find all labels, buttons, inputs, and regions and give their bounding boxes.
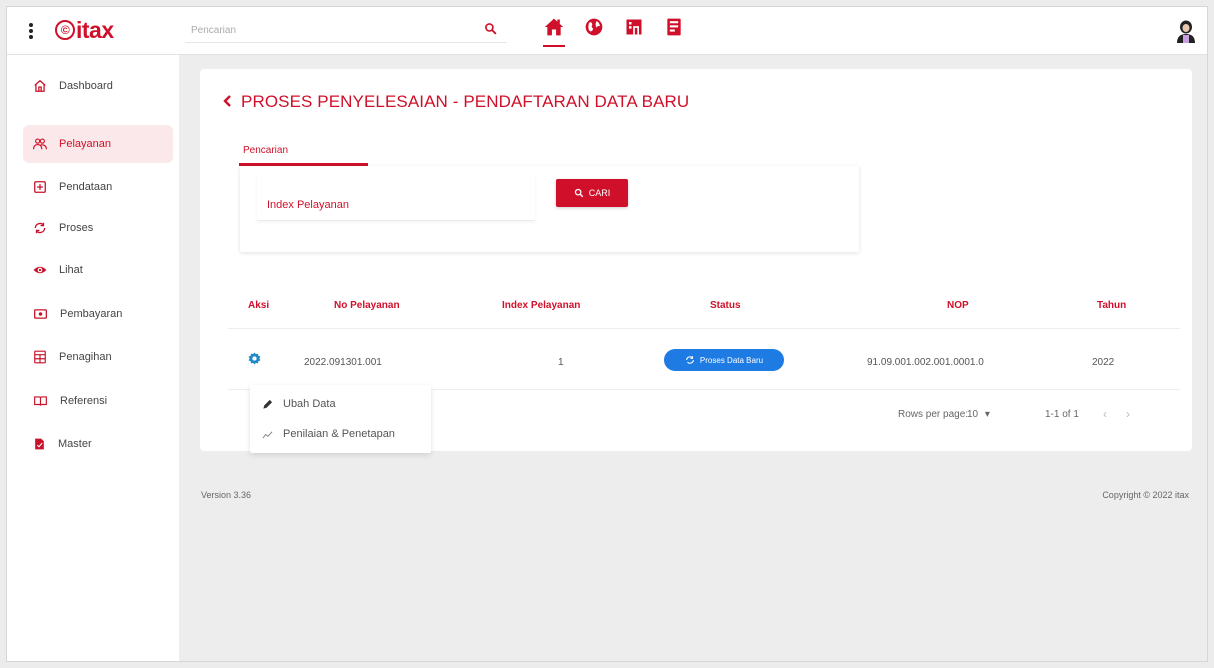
column-header-status[interactable]: Status (710, 300, 741, 311)
cash-icon (34, 309, 47, 319)
pencil-icon (263, 399, 273, 409)
next-page-icon[interactable]: › (1126, 407, 1130, 421)
global-search (185, 19, 507, 43)
search-icon (574, 188, 583, 198)
cell-no-pelayanan: 2022.091301.001 (304, 357, 382, 368)
pagination-range: 1-1 of 1 (1045, 409, 1079, 420)
cari-button[interactable]: CARI (556, 179, 628, 207)
menu-item-label: Penilaian & Penetapan (283, 428, 395, 440)
prev-page-icon[interactable]: ‹ (1103, 407, 1107, 421)
sidebar-item-pembayaran[interactable]: Pembayaran (23, 295, 173, 333)
sidebar-item-lihat[interactable]: Lihat (23, 251, 173, 289)
rows-per-page-select[interactable]: 10 ▾ (967, 409, 990, 420)
menu-item-penilaian-penetapan[interactable]: Penilaian & Penetapan (262, 424, 395, 444)
sidebar-item-label: Proses (59, 222, 94, 234)
users-icon (33, 138, 47, 150)
column-header-no-pelayanan[interactable]: No Pelayanan (334, 300, 400, 311)
sidebar-item-pendataan[interactable]: Pendataan (23, 168, 173, 206)
sidebar-item-referensi[interactable]: Referensi (23, 382, 173, 420)
search-icon[interactable] (484, 22, 497, 38)
row-action-menu: Ubah Data Penilaian & Penetapan (250, 385, 431, 453)
column-header-tahun[interactable]: Tahun (1097, 300, 1126, 311)
rows-per-page-value: 10 (967, 409, 979, 420)
status-badge-label: Proses Data Baru (699, 355, 764, 365)
back-chevron-icon[interactable] (222, 92, 232, 112)
search-panel: CARI (240, 166, 859, 252)
cell-nop: 91.09.001.002.001.0001.0 (867, 357, 984, 368)
sidebar-item-label: Penagihan (59, 351, 112, 363)
app-frame: © itax Pencarian Dashboard Pelayanan Pen… (6, 6, 1208, 662)
sidebar-item-penagihan[interactable]: Penagihan (23, 338, 173, 376)
home-icon[interactable] (543, 17, 565, 47)
sidebar-item-label: Pembayaran (60, 308, 123, 320)
eye-icon (33, 266, 47, 274)
column-header-nop[interactable]: NOP (947, 300, 969, 311)
sidebar-item-pelayanan[interactable]: Pelayanan (23, 125, 173, 163)
version-text: Version 3.36 (201, 490, 252, 500)
menu-item-ubah-data[interactable]: Ubah Data (262, 394, 336, 414)
tab-pencarian[interactable]: Pencarian (243, 145, 288, 156)
index-pelayanan-input[interactable] (257, 177, 535, 221)
status-badge: Proses Data Baru (664, 349, 784, 371)
sidebar-item-label: Referensi (60, 395, 108, 407)
sidebar: Dashboard Pelayanan Pendataan Proses Lih… (7, 55, 179, 661)
calculator-icon (34, 350, 46, 364)
column-header-aksi: Aksi (248, 300, 270, 311)
global-search-input[interactable] (185, 19, 475, 41)
sidebar-item-label: Dashboard (59, 80, 113, 92)
document-icon[interactable] (663, 17, 685, 45)
menu-dots-icon[interactable] (25, 20, 37, 42)
sidebar-item-dashboard[interactable]: Dashboard (23, 67, 173, 105)
sidebar-item-label: Master (58, 438, 92, 450)
cari-button-label: CARI (588, 188, 611, 198)
sidebar-item-proses[interactable]: Proses (23, 209, 173, 247)
home-outline-icon (34, 79, 46, 92)
top-bar: © itax (7, 7, 1207, 55)
top-nav-icons (543, 17, 685, 47)
copyright-text: Copyright © 2022 itax (1102, 490, 1189, 500)
sidebar-item-label: Pendataan (59, 181, 113, 193)
sync-icon (34, 222, 46, 234)
globe-icon[interactable] (583, 17, 605, 45)
book-open-icon (34, 396, 47, 406)
sidebar-item-label: Lihat (59, 264, 83, 276)
sidebar-item-label: Pelayanan (59, 138, 111, 150)
rows-per-page-label: Rows per page: (898, 409, 969, 420)
table-header-divider (228, 328, 1180, 329)
page-title: PROSES PENYELESAIAN - PENDAFTARAN DATA B… (222, 92, 689, 112)
sync-icon (686, 356, 694, 364)
chart-line-icon (262, 430, 273, 438)
menu-item-label: Ubah Data (283, 398, 336, 410)
logo-symbol: © (55, 20, 75, 40)
logo-text: itax (76, 16, 114, 43)
cell-tahun: 2022 (1092, 357, 1115, 368)
plus-box-icon (34, 181, 46, 193)
page-title-text: PROSES PENYELESAIAN - PENDAFTARAN DATA B… (241, 92, 690, 111)
file-icon (35, 438, 44, 450)
app-logo[interactable]: © itax (55, 16, 114, 44)
building-icon[interactable] (623, 17, 645, 45)
column-header-index-pelayanan[interactable]: Index Pelayanan (502, 300, 580, 311)
user-avatar-icon[interactable] (1175, 19, 1197, 46)
caret-down-icon: ▾ (984, 409, 990, 420)
cell-index-pelayanan: 1 (558, 357, 564, 368)
row-action-gear-icon[interactable] (248, 352, 261, 368)
sidebar-item-master[interactable]: Master (23, 425, 173, 463)
